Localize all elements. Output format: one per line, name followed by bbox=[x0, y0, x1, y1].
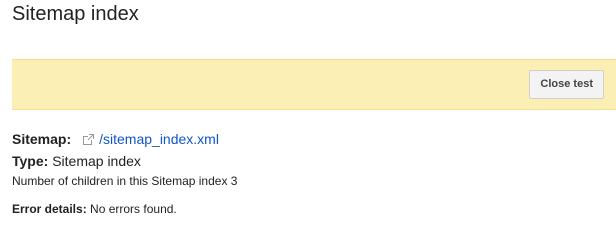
type-row: Type: Sitemap index bbox=[12, 152, 602, 170]
sitemap-details: Sitemap: /sitemap_index.xml Type: Sitema… bbox=[12, 130, 602, 217]
type-label: Type: bbox=[12, 153, 49, 169]
error-details-row: Error details: No errors found. bbox=[12, 201, 602, 217]
sitemap-row: Sitemap: /sitemap_index.xml bbox=[12, 130, 602, 148]
type-value: Sitemap index bbox=[52, 153, 141, 169]
error-details-label: Error details: bbox=[12, 202, 87, 216]
sitemap-link[interactable]: /sitemap_index.xml bbox=[99, 130, 219, 148]
error-details-value: No errors found. bbox=[90, 202, 177, 216]
notice-bar: Close test bbox=[12, 59, 616, 110]
children-count-text: Number of children in this Sitemap index… bbox=[12, 174, 238, 188]
external-link-icon[interactable] bbox=[83, 133, 95, 145]
page-title: Sitemap index bbox=[12, 3, 139, 25]
sitemap-label: Sitemap: bbox=[12, 131, 72, 147]
close-test-button[interactable]: Close test bbox=[529, 70, 604, 99]
